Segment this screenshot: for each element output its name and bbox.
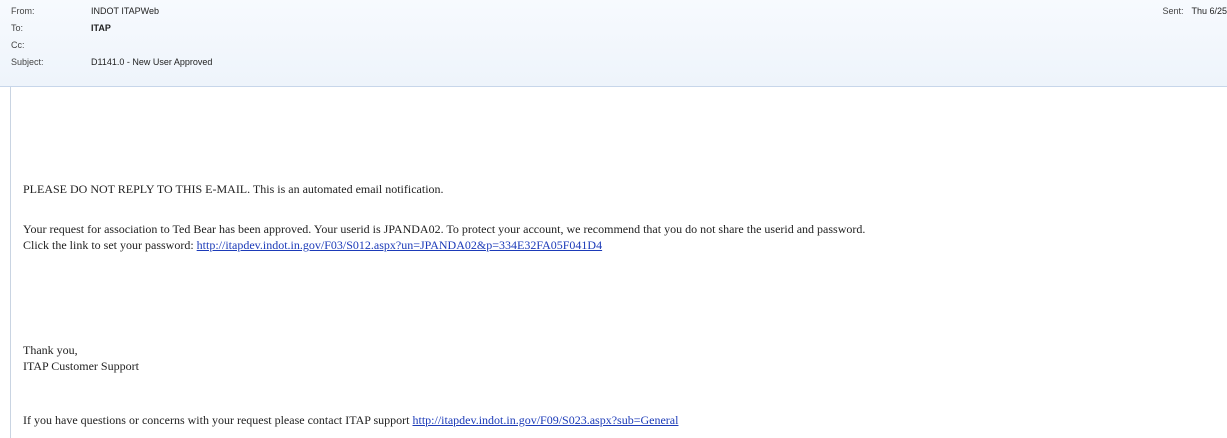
from-label: From: [11, 6, 35, 16]
contact-line: If you have questions or concerns with y… [23, 413, 678, 427]
message-header: From: INDOT ITAPWeb To: ITAP Cc: Subject… [0, 0, 1227, 87]
body-left-border [10, 87, 11, 438]
password-link-prefix: Click the link to set your password: [23, 238, 197, 252]
password-link-line: Click the link to set your password: htt… [23, 238, 602, 252]
to-label: To: [11, 23, 24, 33]
signature-text: ITAP Customer Support [23, 359, 139, 373]
subject-label: Subject: [11, 57, 44, 67]
sent-label: Sent: [1162, 6, 1184, 16]
thanks-text: Thank you, [23, 343, 78, 357]
subject-value: D1141.0 - New User Approved [91, 57, 213, 67]
approval-text: Your request for association to Ted Bear… [23, 222, 866, 236]
from-value[interactable]: INDOT ITAPWeb [91, 5, 159, 17]
sent-info: Sent: Thu 6/25 [1162, 5, 1227, 17]
message-body: PLEASE DO NOT REPLY TO THIS E-MAIL. This… [0, 87, 1227, 438]
support-link[interactable]: http://itapdev.indot.in.gov/F09/S023.asp… [413, 413, 679, 427]
sent-value: Thu 6/25 [1191, 6, 1227, 16]
notice-text: PLEASE DO NOT REPLY TO THIS E-MAIL. This… [23, 182, 444, 196]
set-password-link[interactable]: http://itapdev.indot.in.gov/F03/S012.asp… [197, 238, 602, 252]
to-value[interactable]: ITAP [91, 22, 111, 34]
cc-label: Cc: [11, 40, 25, 50]
contact-prefix: If you have questions or concerns with y… [23, 413, 413, 427]
